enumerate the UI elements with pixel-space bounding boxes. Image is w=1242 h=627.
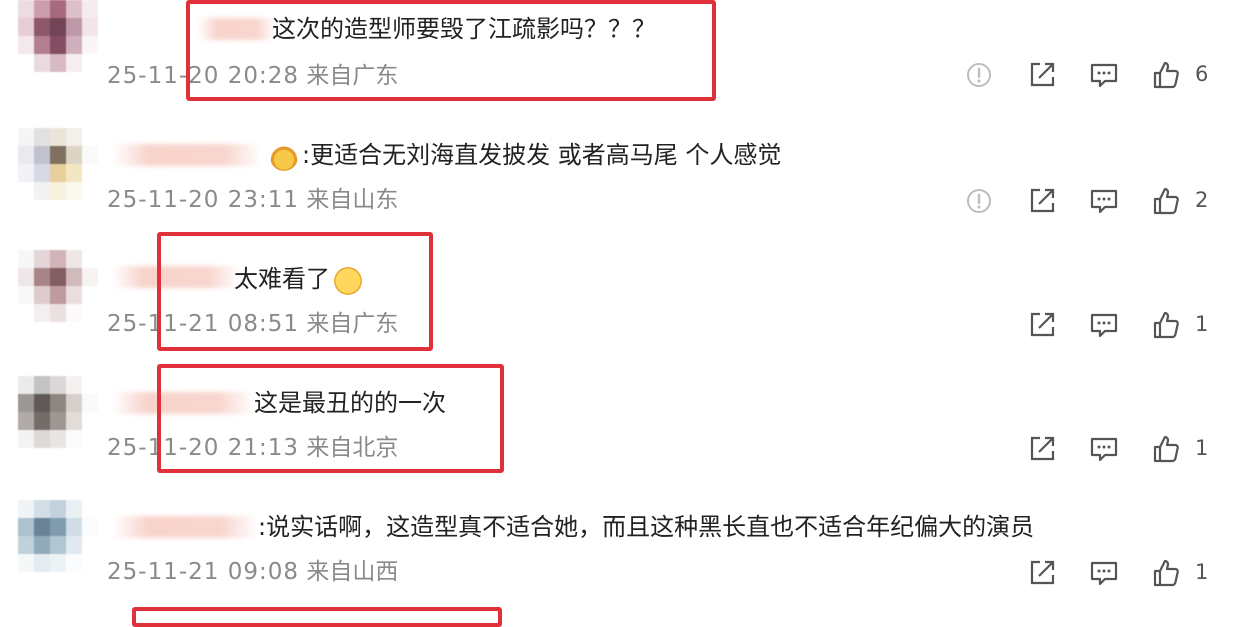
comment-actions: 6 [942, 60, 1242, 96]
avatar[interactable] [18, 376, 98, 448]
comment-actions: 1 [942, 434, 1242, 470]
comment-time: 25-11-20 23:11 [107, 187, 299, 213]
share-icon[interactable] [1027, 60, 1057, 90]
report-icon[interactable] [964, 60, 994, 90]
comment-location: 来自山东 [306, 187, 399, 213]
comment-item: :更适合无刘海直发披发 或者高马尾 个人感觉 25-11-20 23:11 来自… [0, 124, 1242, 248]
comment-item: 这是最丑的的一次 25-11-20 21:13 来自北京 1 [0, 364, 1242, 496]
like-count: 2 [1195, 188, 1209, 212]
username-blurred[interactable] [112, 516, 258, 538]
highlight-box [186, 0, 716, 101]
avatar[interactable] [18, 250, 98, 322]
thumbs-up-icon[interactable] [1151, 558, 1181, 588]
comment-icon[interactable] [1089, 558, 1119, 588]
avatar[interactable] [18, 0, 98, 72]
comment-icon[interactable] [1089, 310, 1119, 340]
like-count: 1 [1195, 312, 1209, 336]
comment-location: 来自山西 [306, 559, 399, 585]
share-icon[interactable] [1027, 310, 1057, 340]
highlight-box-partial [132, 607, 502, 627]
comment-text: :更适合无刘海直发披发 或者高马尾 个人感觉 [302, 141, 782, 169]
highlight-box [157, 364, 504, 473]
comment-actions: 1 [942, 558, 1242, 594]
comment-time: 25-11-21 09:08 [107, 559, 299, 585]
like-count: 1 [1195, 560, 1209, 584]
comment-item: 太难看了 25-11-21 08:51 来自广东 1 [0, 232, 1242, 372]
comment-text: :说实话啊，这造型真不适合她，而且这种黑长直也不适合年纪偏大的演员 [258, 513, 1035, 541]
avatar[interactable] [18, 128, 98, 200]
share-icon[interactable] [1027, 186, 1057, 216]
comment-icon[interactable] [1089, 60, 1119, 90]
highlight-box [157, 232, 433, 351]
crown-emoji [270, 143, 298, 171]
thumbs-up-icon[interactable] [1151, 186, 1181, 216]
avatar[interactable] [18, 500, 98, 572]
comment-actions: 2 [942, 186, 1242, 222]
comment-meta: 25-11-21 09:08 来自山西 [107, 558, 398, 586]
comment-meta: 25-11-20 23:11 来自山东 [107, 186, 398, 214]
share-icon[interactable] [1027, 558, 1057, 588]
comment-item: :说实话啊，这造型真不适合她，而且这种黑长直也不适合年纪偏大的演员 25-11-… [0, 496, 1242, 620]
thumbs-up-icon[interactable] [1151, 434, 1181, 464]
like-count: 1 [1195, 436, 1209, 460]
comment-item: 这次的造型师要毁了江疏影吗？？？ 25-11-20 20:28 来自广东 6 [0, 0, 1242, 124]
report-icon[interactable] [964, 186, 994, 216]
comment-actions: 1 [942, 310, 1242, 346]
username-blurred[interactable] [112, 144, 262, 166]
comment-icon[interactable] [1089, 186, 1119, 216]
thumbs-up-icon[interactable] [1151, 60, 1181, 90]
thumbs-up-icon[interactable] [1151, 310, 1181, 340]
share-icon[interactable] [1027, 434, 1057, 464]
like-count: 6 [1195, 62, 1209, 86]
comment-icon[interactable] [1089, 434, 1119, 464]
